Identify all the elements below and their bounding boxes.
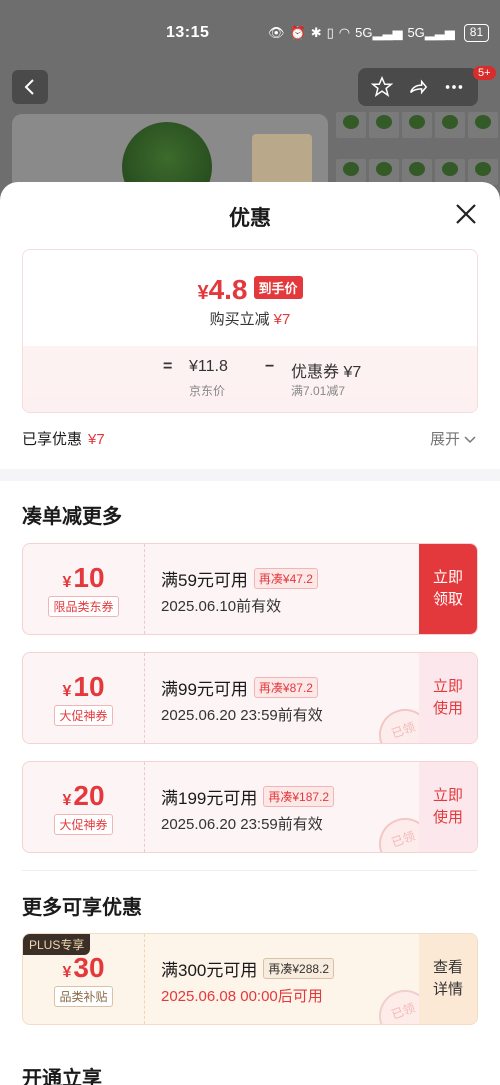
coupon-condition: 满59元可用 — [161, 571, 248, 590]
coupon-info: 满300元可用 再凑¥288.2 2025.06.08 00:00后可用 — [161, 956, 335, 1006]
expand-button[interactable]: 展开 — [430, 428, 476, 449]
coupon-left: ¥10 大促神券 — [23, 653, 145, 743]
enjoyed-discount: 已享优惠 ¥7 — [22, 431, 105, 448]
eye-icon: 👁 — [268, 25, 285, 40]
coupon-type: 大促神券 — [54, 705, 113, 726]
star-icon[interactable] — [371, 76, 393, 98]
coupon-card: ¥10 大促神券 满99元可用 再凑¥87.2 2025.06.20 23:59前… — [22, 652, 478, 744]
coupon-type: 品类补贴 — [54, 986, 113, 1007]
coupon-amount: ¥10 — [62, 562, 105, 593]
thumbnail[interactable] — [435, 158, 465, 185]
coupon-validity: 2025.06.20 23:59前有效 — [161, 816, 323, 833]
coupon-amount: ¥30 — [62, 952, 105, 983]
thumbnail[interactable] — [402, 158, 432, 185]
close-icon[interactable] — [452, 200, 480, 228]
coupon-info: 满199元可用 再凑¥187.2 2025.06.20 23:59前有效 — [161, 784, 335, 834]
status-icons: 👁 ⏰ ✱ ▯ ◠ 5G▂▃▅ 5G▂▃▅ 81 — [268, 24, 490, 42]
battery-icon: 81 — [463, 24, 490, 42]
coupon-validity: 2025.06.20 23:59前有效 — [161, 707, 323, 724]
reduce-amount: ¥7 — [273, 311, 291, 328]
view-details-button[interactable]: 查看 详情 — [419, 934, 477, 1024]
message-badge: 5+ — [473, 66, 496, 80]
signal-icon-2: 5G▂▃▅ — [407, 25, 455, 40]
enjoyed-amount: ¥7 — [88, 431, 105, 448]
coupon-condition: 满99元可用 — [161, 680, 248, 699]
coupon-type: 大促神券 — [54, 814, 113, 835]
coupon-amount: ¥20 — [62, 780, 105, 811]
section-divider — [0, 469, 500, 481]
status-time: 13:15 — [166, 24, 210, 41]
section-separator — [22, 870, 478, 871]
thumbnail[interactable] — [336, 158, 366, 185]
final-price-line: ¥4.8 到手价 — [23, 274, 477, 306]
claim-coupon-button[interactable]: 立即 领取 — [419, 544, 477, 634]
thumbnail[interactable] — [402, 112, 432, 138]
more-icon[interactable] — [443, 76, 465, 98]
thumbnail[interactable] — [369, 112, 399, 138]
coupon-validity: 2025.06.10前有效 — [161, 598, 282, 615]
coupon-validity: 2025.06.08 00:00后可用 — [161, 988, 323, 1005]
coupon-left: PLUS专享 ¥30 品类补贴 — [23, 934, 145, 1024]
plus-coupon-card: PLUS专享 ¥30 品类补贴 满300元可用 再凑¥288.2 2025.06.… — [22, 933, 478, 1025]
use-coupon-button[interactable]: 立即 使用 — [419, 762, 477, 852]
thumbnail[interactable] — [435, 112, 465, 138]
coupon-shortfall: 再凑¥47.2 — [253, 568, 318, 589]
reduce-line: 购买立减 ¥7 — [209, 311, 291, 328]
use-coupon-button[interactable]: 立即 使用 — [419, 653, 477, 743]
top-actions — [358, 68, 478, 106]
coupon-condition: 满199元可用 — [161, 789, 258, 808]
coupon-info: 满99元可用 再凑¥87.2 2025.06.20 23:59前有效 — [161, 675, 323, 725]
final-price: ¥4.8 — [197, 274, 248, 305]
summary-upper: ¥4.8 到手价 购买立减 ¥7 — [23, 250, 477, 346]
thumbnail[interactable] — [468, 112, 498, 138]
chevron-left-icon — [24, 79, 34, 95]
section-title-more: 更多可享优惠 — [22, 897, 142, 919]
back-button[interactable] — [12, 70, 48, 104]
vibrate-icon: ▯ — [326, 25, 334, 40]
coupon-left: ¥10 限品类东券 — [23, 544, 145, 634]
jd-price: ¥11.8 — [189, 358, 228, 375]
plus-badge: PLUS专享 — [23, 934, 91, 955]
equals-sign: = — [163, 358, 173, 375]
signal-icon-1: 5G▂▃▅ — [355, 25, 403, 40]
wifi-icon: ◠ — [338, 25, 351, 40]
discount-sheet: 优惠 ¥4.8 到手价 购买立减 ¥7 = ¥11.8 京东价 − 优惠券 ¥7 … — [0, 182, 500, 1085]
chevron-down-icon — [464, 436, 476, 444]
alarm-icon: ⏰ — [289, 25, 306, 40]
coupon-info: 满59元可用 再凑¥47.2 2025.06.10前有效 — [161, 566, 318, 616]
coupon-shortfall: 再凑¥87.2 — [253, 677, 318, 698]
coupon-left: ¥20 大促神券 — [23, 762, 145, 852]
thumbnail[interactable] — [369, 158, 399, 185]
bluetooth-icon: ✱ — [310, 25, 322, 40]
share-icon[interactable] — [407, 76, 429, 98]
thumbnail[interactable] — [336, 112, 366, 138]
price-summary-card: ¥4.8 到手价 购买立减 ¥7 = ¥11.8 京东价 − 优惠券 ¥7 满7.… — [22, 249, 478, 413]
coupon-detail: 满7.01减7 — [291, 384, 346, 398]
coupon-condition: 满300元可用 — [161, 961, 258, 980]
status-bar: 13:15 👁 ⏰ ✱ ▯ ◠ 5G▂▃▅ 5G▂▃▅ 81 — [0, 22, 500, 46]
summary-breakdown: = ¥11.8 京东价 − 优惠券 ¥7 满7.01减7 — [23, 346, 477, 412]
coupon-card: ¥10 限品类东券 满59元可用 再凑¥47.2 2025.06.10前有效 立即… — [22, 543, 478, 635]
coupon-type: 限品类东券 — [48, 596, 119, 617]
section-title-combine: 凑单减更多 — [22, 506, 122, 528]
jd-price-label: 京东价 — [189, 384, 226, 398]
coupon-card: ¥20 大促神券 满199元可用 再凑¥187.2 2025.06.20 23:5… — [22, 761, 478, 853]
coupon-value: 优惠券 ¥7 — [291, 364, 362, 381]
section-title-open: 开通立享 — [22, 1068, 102, 1085]
minus-sign: − — [265, 358, 275, 375]
thumbnail[interactable] — [468, 158, 498, 185]
product-page-background: 13:15 👁 ⏰ ✱ ▯ ◠ 5G▂▃▅ 5G▂▃▅ 81 5+ — [0, 0, 500, 200]
final-price-tag: 到手价 — [253, 276, 303, 299]
coupon-shortfall: 再凑¥288.2 — [263, 958, 335, 979]
coupon-shortfall: 再凑¥187.2 — [263, 786, 335, 807]
sheet-title: 优惠 — [229, 207, 271, 230]
coupon-amount: ¥10 — [62, 671, 105, 702]
